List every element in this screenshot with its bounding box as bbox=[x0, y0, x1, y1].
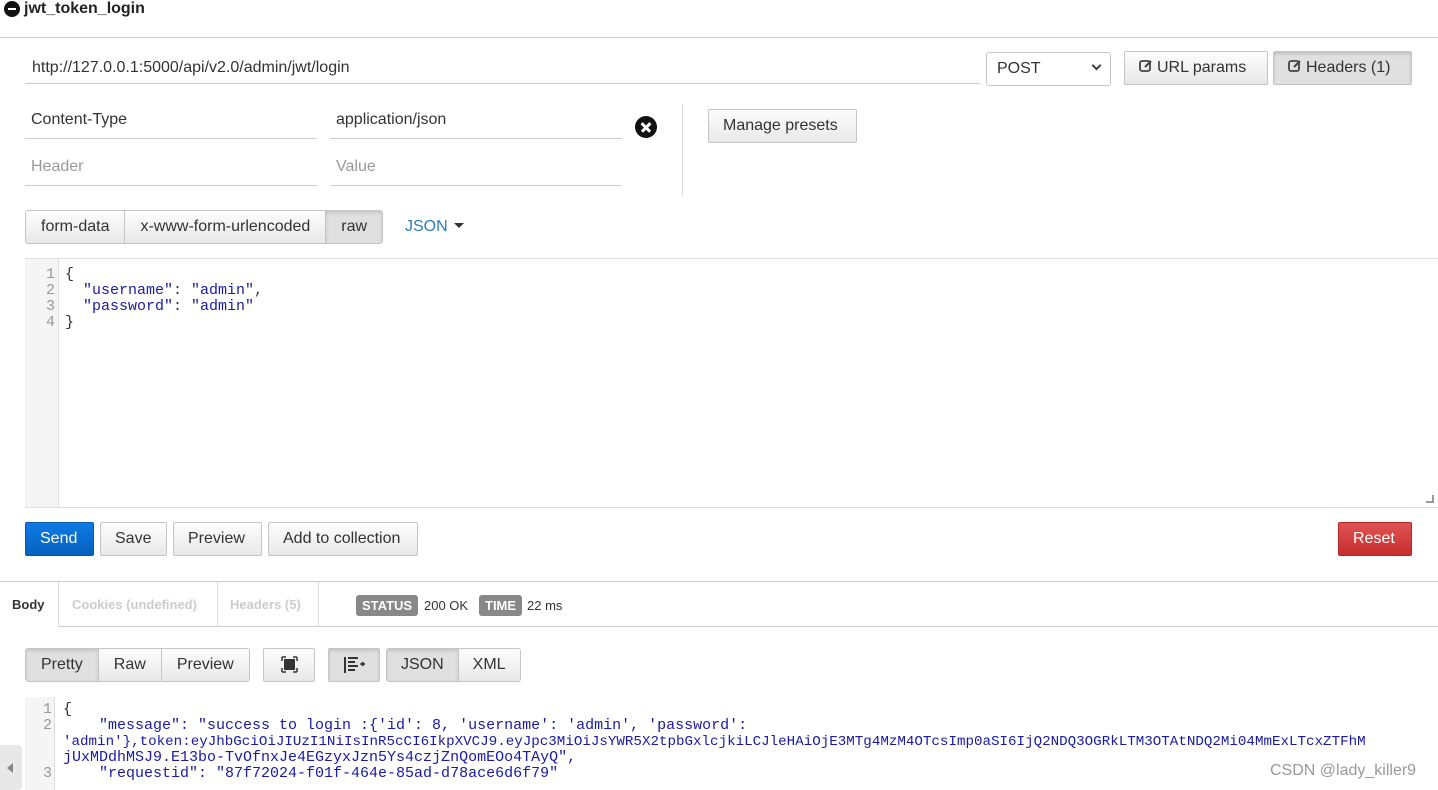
wrap-lines-icon bbox=[344, 657, 366, 673]
save-button[interactable]: Save bbox=[100, 522, 167, 556]
wrap-lines-button[interactable] bbox=[328, 648, 380, 682]
tab-xml[interactable]: XML bbox=[458, 649, 520, 681]
close-circle-icon[interactable] bbox=[635, 116, 657, 138]
resize-handle-icon[interactable] bbox=[1426, 495, 1434, 503]
url-params-button[interactable]: URL params bbox=[1124, 51, 1268, 85]
scroll-left-icon[interactable] bbox=[0, 745, 22, 790]
request-title: jwt_token_login bbox=[24, 0, 145, 17]
code-line: "username": "admin", bbox=[83, 282, 264, 299]
status-badge: STATUS bbox=[356, 595, 419, 616]
edit-icon bbox=[1139, 60, 1152, 72]
preview-button[interactable]: Preview bbox=[173, 522, 262, 556]
reset-button[interactable]: Reset bbox=[1338, 522, 1412, 556]
response-view-tabs: Pretty Raw Preview bbox=[25, 648, 250, 682]
tab-cookies[interactable]: Cookies (undefined) bbox=[60, 582, 218, 627]
time-value: 22 ms bbox=[527, 598, 563, 613]
time-badge: TIME bbox=[479, 595, 523, 616]
response-tab-bar: Body Cookies (undefined) Headers (5) STA… bbox=[0, 581, 1438, 627]
tab-raw-response[interactable]: Raw bbox=[98, 649, 162, 681]
add-to-collection-button[interactable]: Add to collection bbox=[268, 522, 418, 556]
method-select[interactable]: POST bbox=[986, 52, 1111, 86]
code-line: { bbox=[65, 266, 75, 283]
code-line: 'admin'},token:eyJhbGciOiJIUzI1NiIsInR5c… bbox=[63, 734, 1366, 750]
body-format-dropdown[interactable]: JSON bbox=[405, 218, 464, 236]
caret-down-icon bbox=[453, 223, 464, 228]
line-number: 1 bbox=[42, 701, 52, 718]
code-line: { bbox=[63, 701, 73, 718]
edit-icon bbox=[1288, 60, 1301, 72]
headers-button[interactable]: Headers (1) bbox=[1273, 51, 1412, 85]
header-value-field[interactable]: application/json bbox=[330, 103, 622, 139]
url-input[interactable] bbox=[25, 52, 980, 84]
body-format-label: JSON bbox=[405, 218, 448, 235]
headers-label: Headers (1) bbox=[1306, 59, 1391, 76]
fullscreen-icon bbox=[281, 656, 298, 673]
tab-form-data[interactable]: form-data bbox=[26, 211, 126, 243]
line-number: 1 bbox=[45, 266, 55, 283]
code-line: "requestid": "87f72024-f01f-464e-85ad-d7… bbox=[63, 765, 559, 782]
send-button[interactable]: Send bbox=[25, 522, 94, 556]
code-line: "message": "success to login :{'id': 8, … bbox=[63, 717, 748, 734]
status-value: 200 OK bbox=[424, 598, 469, 613]
request-body-editor[interactable]: 1 2 3 4 { "username": "admin", "password… bbox=[25, 258, 1438, 508]
tab-raw[interactable]: raw bbox=[326, 211, 383, 243]
code-line: } bbox=[65, 314, 75, 331]
line-gutter: 1 2 3 4 bbox=[25, 259, 59, 507]
body-type-tabs: form-data x-www-form-urlencoded raw bbox=[25, 210, 384, 244]
line-number: 3 bbox=[45, 298, 55, 315]
tab-response-headers[interactable]: Headers (5) bbox=[218, 582, 319, 627]
minus-circle-icon[interactable] bbox=[4, 1, 20, 17]
request-title-bar: jwt_token_login bbox=[0, 0, 1438, 38]
line-number: 4 bbox=[45, 314, 55, 331]
url-params-label: URL params bbox=[1157, 59, 1247, 76]
header-value-input[interactable]: Value bbox=[330, 150, 622, 186]
watermark: CSDN @lady_killer9 bbox=[1270, 762, 1417, 779]
code-line: jUxMDdhMSJ9.E13bo-TvOfnxJe4EGzyxJzn5Ys4c… bbox=[63, 749, 577, 766]
header-key-field[interactable]: Content-Type bbox=[25, 103, 317, 139]
divider bbox=[682, 104, 683, 196]
code-line: "password": "admin" bbox=[83, 298, 255, 315]
tab-pretty[interactable]: Pretty bbox=[26, 649, 99, 681]
tab-json[interactable]: JSON bbox=[387, 649, 459, 681]
line-number: 2 bbox=[45, 282, 55, 299]
line-number: 2 bbox=[42, 717, 52, 734]
fullscreen-button[interactable] bbox=[263, 648, 315, 682]
manage-presets-button[interactable]: Manage presets bbox=[708, 109, 857, 143]
response-body[interactable]: 1 2 3 { "message": "success to login :{'… bbox=[25, 697, 1438, 790]
response-format-tabs: JSON XML bbox=[386, 648, 521, 682]
tab-x-www-form-urlencoded[interactable]: x-www-form-urlencoded bbox=[125, 211, 327, 243]
line-gutter: 1 2 3 bbox=[25, 697, 55, 790]
chevron-down-icon bbox=[1091, 60, 1102, 71]
header-key-input[interactable]: Header bbox=[25, 150, 317, 186]
tab-body[interactable]: Body bbox=[0, 582, 59, 627]
line-number: 3 bbox=[42, 765, 52, 782]
method-value: POST bbox=[997, 60, 1041, 77]
tab-preview[interactable]: Preview bbox=[161, 649, 249, 681]
